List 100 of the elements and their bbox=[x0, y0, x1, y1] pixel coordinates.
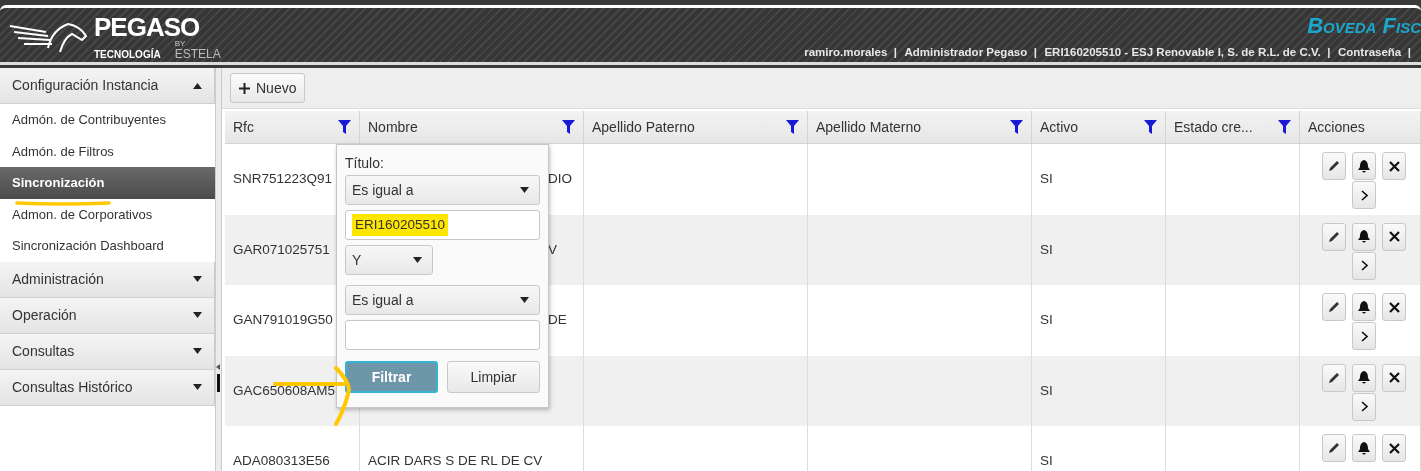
app-title: Boveda Fisc bbox=[1307, 14, 1421, 38]
table-cell-text: DIO bbox=[548, 170, 572, 189]
bell-button[interactable] bbox=[1352, 152, 1376, 180]
filter-icon[interactable] bbox=[338, 120, 351, 134]
pencil-icon bbox=[1327, 441, 1341, 455]
dropdown[interactable]: Es igual a bbox=[345, 175, 540, 205]
chevron-right-icon bbox=[1360, 260, 1368, 271]
caret-icon bbox=[520, 297, 529, 303]
next-button[interactable] bbox=[1352, 392, 1376, 421]
bell-icon bbox=[1357, 299, 1371, 315]
next-button[interactable] bbox=[1352, 322, 1376, 350]
field-label: Título: bbox=[345, 155, 385, 171]
edit-button[interactable] bbox=[1322, 152, 1346, 180]
filter-icon[interactable] bbox=[1278, 120, 1291, 134]
pencil-icon bbox=[1327, 300, 1341, 314]
column-header[interactable]: Estado cre... bbox=[1166, 111, 1300, 144]
dropdown[interactable]: Y bbox=[345, 245, 433, 275]
dropdown[interactable]: Es igual a bbox=[345, 285, 540, 315]
close-icon bbox=[1388, 231, 1400, 242]
table-cell-text: DE bbox=[548, 311, 567, 330]
next-button[interactable] bbox=[1352, 251, 1376, 280]
sidebar-item[interactable]: Admón. de Filtros bbox=[0, 135, 215, 167]
close-icon bbox=[1388, 301, 1400, 313]
header-link[interactable]: Administrador Pegaso bbox=[904, 44, 1028, 62]
pencil-icon bbox=[1327, 229, 1341, 244]
sidebar-section[interactable]: Administración bbox=[0, 261, 215, 298]
column-header[interactable]: Apellido Materno bbox=[808, 111, 1032, 144]
collapse-handle-icon[interactable] bbox=[216, 362, 221, 392]
filter-icon[interactable] bbox=[562, 120, 575, 134]
sidebar-section[interactable]: Consultas Histórico bbox=[0, 369, 215, 406]
table-cell-text: SNR751223Q91 bbox=[233, 170, 333, 189]
sidebar-section[interactable]: Consultas bbox=[0, 333, 215, 370]
table-cell-text: ACIR DARS S DE RL DE CV bbox=[368, 452, 543, 471]
close-button[interactable] bbox=[1382, 293, 1406, 321]
filter-icon[interactable] bbox=[1144, 120, 1157, 134]
bell-button[interactable] bbox=[1352, 434, 1376, 462]
edit-button[interactable] bbox=[1322, 363, 1346, 392]
table-cell-text: SI bbox=[1040, 311, 1053, 330]
next-button[interactable] bbox=[1352, 181, 1376, 209]
column-header[interactable]: Acciones bbox=[1300, 111, 1421, 144]
bell-icon bbox=[1357, 440, 1371, 456]
table-cell-text: ADA080313E56 bbox=[233, 452, 330, 471]
table-cell-text: GAN791019G50 bbox=[233, 311, 333, 330]
column-header[interactable]: Rfc bbox=[225, 111, 360, 144]
edit-button[interactable] bbox=[1322, 434, 1346, 462]
column-header[interactable]: Nombre bbox=[360, 111, 584, 144]
table-cell-text: V bbox=[548, 240, 557, 259]
by-label: BY bbox=[174, 40, 187, 48]
chevron-right-icon bbox=[1360, 330, 1368, 342]
table-cell-text: GAC650608AM5 bbox=[233, 381, 336, 400]
separator: | bbox=[893, 45, 897, 60]
column-header[interactable]: Apellido Paterno bbox=[584, 111, 808, 144]
plus-icon bbox=[239, 82, 250, 94]
sidebar-item[interactable]: Sincronización Dashboard bbox=[0, 230, 215, 262]
new-button[interactable]: Nuevo bbox=[230, 73, 306, 103]
filter-icon[interactable] bbox=[1010, 120, 1023, 134]
sidebar-item[interactable]: Admón. de Contribuyentes bbox=[0, 104, 215, 136]
bell-button[interactable] bbox=[1352, 222, 1376, 251]
caret-icon bbox=[520, 187, 529, 193]
close-button[interactable] bbox=[1382, 363, 1406, 392]
pencil-icon bbox=[1327, 370, 1341, 385]
sidebar-section[interactable]: Configuración Instancia bbox=[0, 68, 215, 104]
table-cell-text: SI bbox=[1040, 452, 1053, 471]
close-icon bbox=[1388, 442, 1400, 454]
table-cell-text: SI bbox=[1040, 381, 1053, 400]
bell-icon bbox=[1357, 370, 1371, 385]
edit-button[interactable] bbox=[1322, 293, 1346, 321]
brand-tagline: TECNOLOGÍA bbox=[94, 49, 161, 60]
edit-button[interactable] bbox=[1322, 222, 1346, 251]
separator: | bbox=[1407, 45, 1411, 60]
sidebar-item[interactable]: Admon. de Corporativos bbox=[0, 198, 215, 230]
separator: | bbox=[1033, 45, 1037, 60]
header-link[interactable]: Contraseña bbox=[1338, 44, 1402, 62]
input-field[interactable]: ERI160205510 bbox=[345, 210, 540, 240]
bell-icon bbox=[1357, 158, 1371, 174]
column-header[interactable]: Activo bbox=[1032, 111, 1166, 144]
product-name: ESTELA bbox=[174, 48, 221, 60]
pencil-icon bbox=[1327, 159, 1341, 173]
bell-button[interactable] bbox=[1352, 363, 1376, 392]
bell-icon bbox=[1357, 229, 1371, 244]
chevron-right-icon bbox=[1360, 189, 1368, 201]
close-button[interactable] bbox=[1382, 434, 1406, 462]
caret-icon bbox=[413, 257, 422, 263]
table-cell-text: SI bbox=[1040, 240, 1053, 259]
separator: | bbox=[1327, 45, 1331, 60]
sidebar-section[interactable]: Operación bbox=[0, 297, 215, 334]
header-link[interactable]: ramiro.morales bbox=[804, 44, 888, 62]
close-icon bbox=[1388, 160, 1400, 172]
clear-button[interactable]: Limpiar bbox=[447, 361, 540, 393]
header-link[interactable]: ERI160205510 - ESJ Renovable I, S. de R.L. de C.V. bbox=[1044, 44, 1321, 62]
input-field[interactable] bbox=[345, 320, 540, 350]
table-cell-text: GAR071025751 bbox=[233, 240, 330, 259]
filter-icon[interactable] bbox=[786, 120, 799, 134]
sidebar-item[interactable]: Sincronización bbox=[0, 167, 215, 199]
close-button[interactable] bbox=[1382, 152, 1406, 180]
table-cell-text: SI bbox=[1040, 170, 1053, 189]
bell-button[interactable] bbox=[1352, 293, 1376, 321]
close-icon bbox=[1388, 372, 1400, 383]
chevron-right-icon bbox=[1360, 401, 1368, 412]
close-button[interactable] bbox=[1382, 222, 1406, 251]
